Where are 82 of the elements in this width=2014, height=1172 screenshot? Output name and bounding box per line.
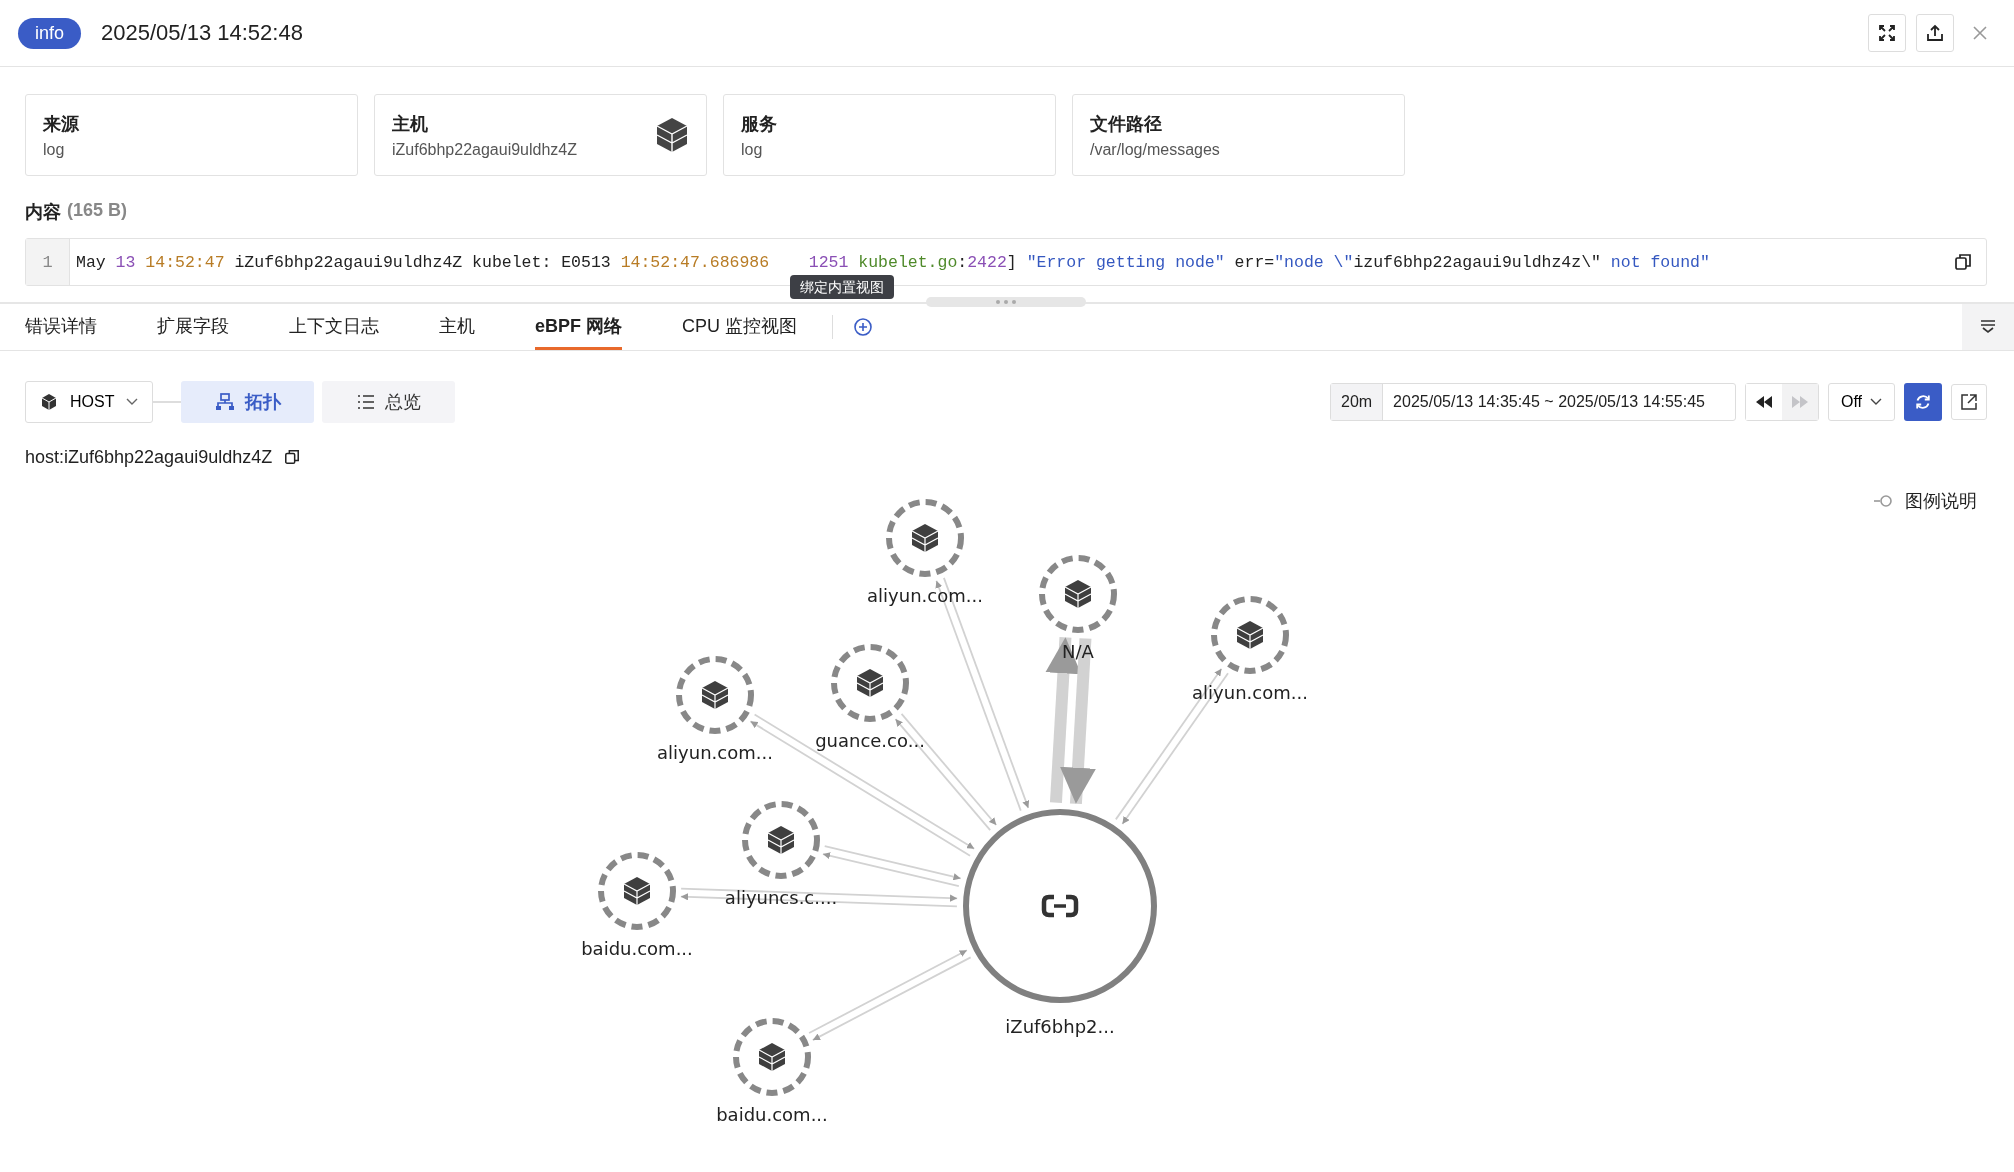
node-label: iZuf6bhp2... <box>1005 1016 1115 1037</box>
server-node[interactable] <box>886 499 964 577</box>
server-icon <box>767 826 795 855</box>
card-label: 服务 <box>741 112 777 136</box>
card-label: 主机 <box>392 112 429 136</box>
server-icon <box>911 524 939 553</box>
scope-dropdown[interactable]: HOST <box>25 381 154 423</box>
server-node[interactable] <box>598 852 676 930</box>
resize-handle[interactable] <box>926 297 1086 307</box>
caret-icon <box>1870 398 1882 406</box>
node-label: aliyuncs.c.... <box>724 887 838 908</box>
content-size: (165 B) <box>67 200 128 222</box>
copy-icon[interactable] <box>284 449 301 465</box>
expand-icon <box>1878 24 1896 42</box>
node-label: aliyun.com... <box>1192 682 1308 703</box>
range-value: 2025/05/13 14:35:45 ~ 2025/05/13 14:55:45 <box>1392 392 1706 412</box>
node-label: guance.co... <box>815 730 925 751</box>
node-line-icon <box>1873 494 1895 508</box>
tooltip: 绑定内置视图 <box>790 275 894 299</box>
chevron-down-icon <box>1979 319 1997 335</box>
bracket-icon <box>1041 894 1079 918</box>
card-value: iZuf6bhp22agaui9uldhz4Z <box>392 140 578 159</box>
legend-button[interactable]: 图例说明 <box>1873 489 1977 513</box>
timestamp: 2025/05/13 14:52:48 <box>101 20 303 46</box>
card-value: /var/log/messages <box>1090 140 1220 159</box>
server-icon <box>701 681 729 710</box>
fullscreen-button[interactable] <box>1868 14 1906 52</box>
server-icon <box>856 669 884 698</box>
tab[interactable]: 上下文日志 <box>289 304 379 350</box>
host-label: host:iZuf6bhp22agaui9uldhz4Z <box>25 446 273 468</box>
hierarchy-icon <box>214 393 235 411</box>
copy-button[interactable] <box>1954 253 1972 271</box>
line-number: 1 <box>26 239 70 285</box>
card-label: 文件路径 <box>1090 112 1163 136</box>
external-link-icon <box>1960 393 1978 411</box>
view-toggle[interactable]: 总览 <box>322 381 456 423</box>
server-node[interactable] <box>676 656 754 734</box>
caret-icon <box>126 398 139 406</box>
level-badge: info <box>18 17 82 49</box>
fast-forward-icon <box>1790 396 1809 408</box>
node-label: baidu.com... <box>581 938 693 959</box>
rewind-icon <box>1754 396 1773 408</box>
open-external-button[interactable] <box>1951 384 1987 420</box>
card-label: 来源 <box>43 112 79 136</box>
copy-icon <box>1954 253 1972 271</box>
time-range-field[interactable]: 20m 2025/05/13 14:35:45 ~ 2025/05/13 14:55:45 <box>1330 383 1736 421</box>
card-value: log <box>741 140 764 159</box>
plus-circle-icon <box>853 317 874 337</box>
close-icon <box>1972 25 1988 41</box>
server-node[interactable] <box>733 1018 811 1096</box>
tab[interactable]: 扩展字段 <box>157 304 229 350</box>
server-icon <box>40 393 58 411</box>
tab[interactable]: CPU 监控视图 <box>682 304 798 350</box>
server-icon <box>655 117 689 153</box>
tab[interactable]: 主机 <box>439 304 475 350</box>
share-button[interactable] <box>1916 14 1954 52</box>
node-label: baidu.com... <box>716 1104 828 1125</box>
refresh-icon <box>1914 393 1932 411</box>
list-icon <box>356 394 375 410</box>
content-title: 内容 <box>25 201 61 224</box>
node-label: aliyun.com... <box>867 585 983 606</box>
card-value: log <box>43 140 66 159</box>
tab[interactable]: 错误详情 <box>25 304 97 350</box>
refresh-button[interactable] <box>1904 383 1942 421</box>
log-line: May 13 14:52:47 iZuf6bhp22agaui9uldhz4Z kubelet: E0513 14:52:47.686986 1251 kubelet.go:2422] "Error getting node" err="node \"izuf6bhp22agaui9uldhz4z\" not found" <box>75 252 1710 272</box>
collapse-button[interactable] <box>1962 304 2014 350</box>
view-toggle[interactable]: 拓扑 <box>181 381 315 423</box>
host-node[interactable] <box>963 809 1157 1003</box>
node-label: aliyun.com... <box>657 742 773 763</box>
server-node[interactable] <box>1211 596 1289 674</box>
tab[interactable]: eBPF 网络 <box>535 304 622 350</box>
server-icon <box>758 1043 786 1072</box>
refresh-interval-dropdown[interactable]: Off <box>1827 383 1895 421</box>
node-label: N/A <box>1062 641 1094 662</box>
server-node[interactable] <box>831 644 909 722</box>
server-icon <box>1236 621 1264 650</box>
server-icon <box>623 877 651 906</box>
upload-icon <box>1926 24 1944 42</box>
server-node[interactable] <box>742 801 820 879</box>
server-node[interactable] <box>1039 555 1117 633</box>
server-icon <box>1064 580 1092 609</box>
range-preset: 20m <box>1331 384 1384 420</box>
